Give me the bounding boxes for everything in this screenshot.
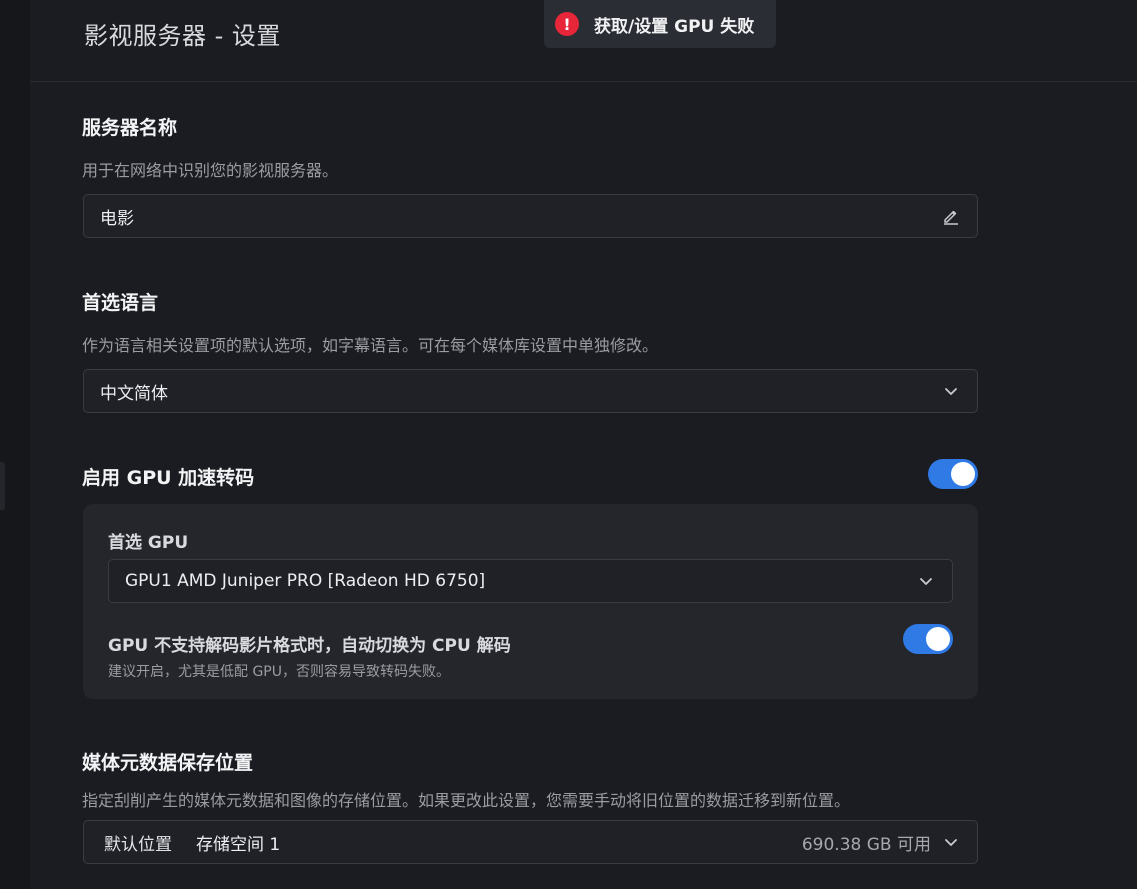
toggle-knob bbox=[926, 627, 950, 651]
default-location-tag: 默认位置 bbox=[104, 834, 172, 855]
metadata-location-select[interactable]: 默认位置 存储空间 1 690.38 GB 可用 bbox=[83, 820, 978, 864]
metadata-description: 指定刮削产生的媒体元数据和图像的存储位置。如果更改此设置，您需要手动将旧位置的数… bbox=[82, 791, 851, 810]
gpu-title: 启用 GPU 加速转码 bbox=[82, 467, 255, 489]
toggle-knob bbox=[951, 462, 975, 486]
error-icon: ! bbox=[555, 12, 579, 36]
server-name-title: 服务器名称 bbox=[82, 117, 178, 139]
storage-free-space: 690.38 GB 可用 bbox=[801, 834, 931, 855]
preferred-gpu-select[interactable]: GPU1 AMD Juniper PRO [Radeon HD 6750] bbox=[108, 559, 953, 603]
storage-name: 存储空间 1 bbox=[196, 834, 281, 855]
server-name-description: 用于在网络中识别您的影视服务器。 bbox=[82, 161, 339, 180]
gpu-acceleration-toggle[interactable] bbox=[928, 459, 978, 489]
language-select[interactable]: 中文简体 bbox=[83, 369, 978, 413]
toast-message: 获取/设置 GPU 失败 bbox=[594, 16, 755, 37]
metadata-title: 媒体元数据保存位置 bbox=[82, 752, 254, 774]
page-title: 影视服务器 - 设置 bbox=[84, 22, 281, 50]
language-selected-value: 中文简体 bbox=[100, 383, 168, 404]
chevron-down-icon bbox=[941, 381, 961, 401]
left-nav-strip bbox=[0, 0, 30, 889]
server-name-value: 电影 bbox=[100, 208, 134, 229]
server-name-input[interactable]: 电影 bbox=[83, 194, 978, 238]
error-toast: ! 获取/设置 GPU 失败 bbox=[544, 0, 776, 48]
gpu-settings-panel: 首选 GPU GPU1 AMD Juniper PRO [Radeon HD 6… bbox=[83, 504, 978, 699]
preferred-gpu-label: 首选 GPU bbox=[108, 533, 189, 553]
preferred-gpu-value: GPU1 AMD Juniper PRO [Radeon HD 6750] bbox=[125, 571, 486, 591]
cpu-fallback-toggle[interactable] bbox=[903, 624, 953, 654]
chevron-down-icon bbox=[916, 571, 936, 591]
edit-icon[interactable] bbox=[941, 206, 961, 226]
chevron-down-icon bbox=[941, 832, 961, 852]
nav-collapse-handle[interactable] bbox=[0, 462, 5, 510]
cpu-fallback-description: 建议开启，尤其是低配 GPU，否则容易导致转码失败。 bbox=[108, 664, 450, 680]
language-title: 首选语言 bbox=[82, 292, 159, 314]
cpu-fallback-label: GPU 不支持解码影片格式时，自动切换为 CPU 解码 bbox=[108, 636, 511, 656]
language-description: 作为语言相关设置项的默认选项，如字幕语言。可在每个媒体库设置中单独修改。 bbox=[82, 336, 659, 355]
